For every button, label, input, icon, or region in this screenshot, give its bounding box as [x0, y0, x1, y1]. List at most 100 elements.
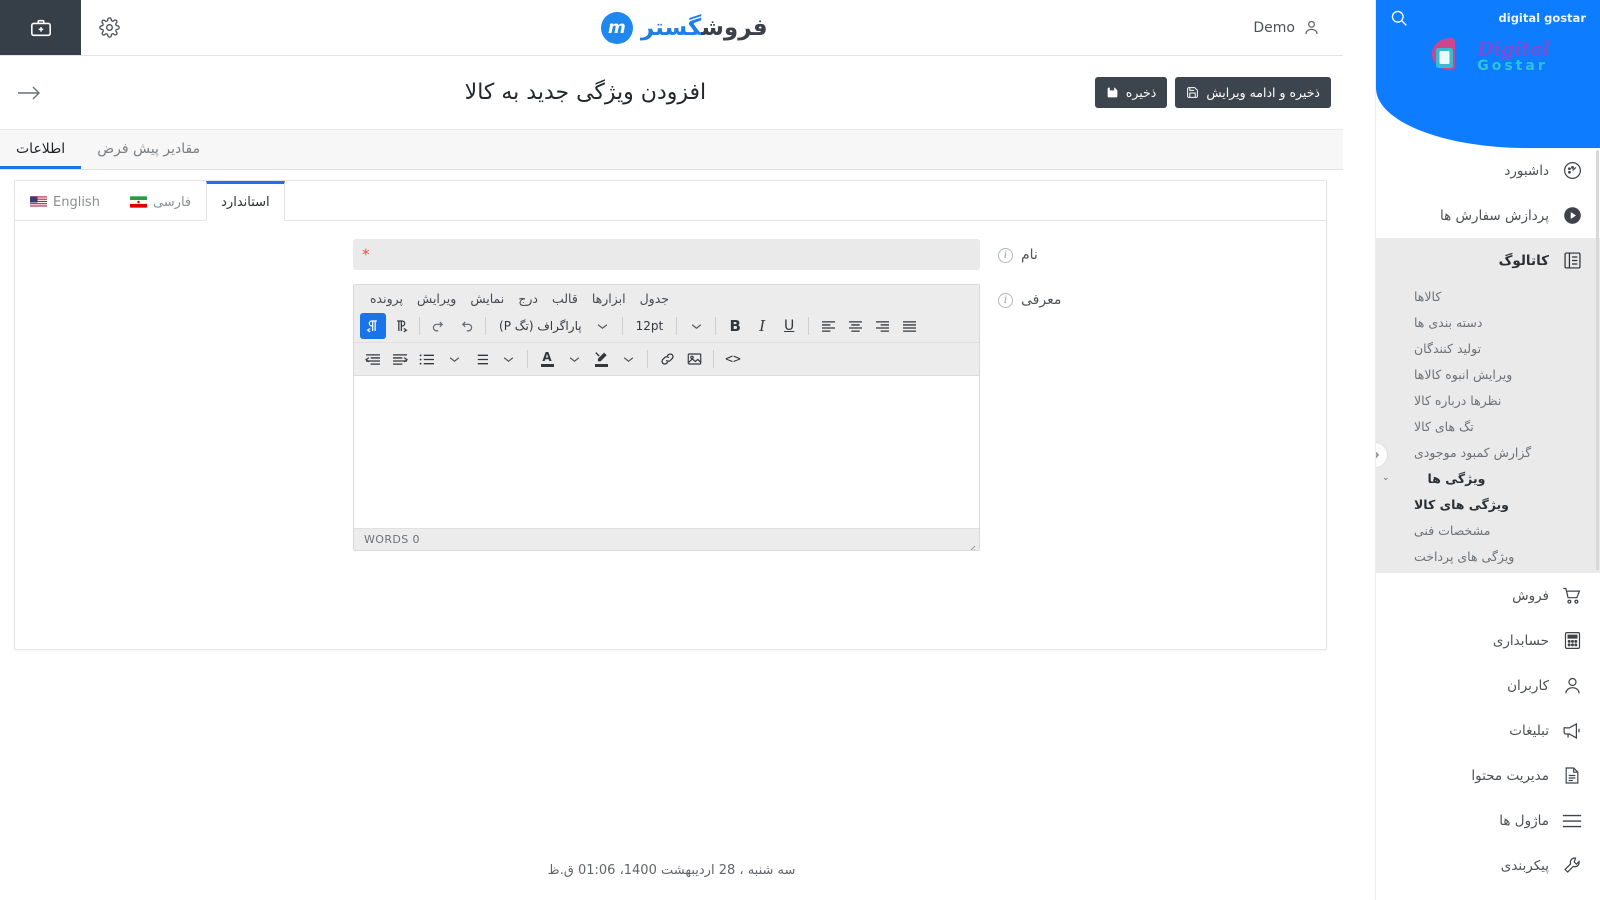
editor-status-bar: WORDS 0: [354, 528, 979, 550]
sidebar-subitem-categories[interactable]: دسته بندی ها: [1376, 309, 1600, 335]
sidebar-subitem-attributes-group[interactable]: ویژگی ها ⌄: [1376, 465, 1600, 491]
numbered-list-caret-icon[interactable]: [495, 346, 521, 372]
sidebar-item-order-processing[interactable]: پردازش سفارش ها: [1376, 193, 1600, 238]
underline-button[interactable]: U: [776, 313, 802, 339]
field-label-name: i نام: [980, 239, 1310, 263]
bullet-list-icon[interactable]: [414, 346, 440, 372]
medical-kit-icon-button[interactable]: [0, 0, 81, 55]
source-code-icon[interactable]: <>: [720, 346, 746, 372]
sidebar-subitem-specification-attributes[interactable]: مشخصات فنی: [1376, 517, 1600, 543]
sidebar-item-sales[interactable]: فروش: [1376, 573, 1600, 618]
sidebar-subitem-bulk-edit[interactable]: ویرایش انبوه کالاها: [1376, 361, 1600, 387]
editor-menu-insert[interactable]: درج: [512, 289, 544, 308]
name-input[interactable]: [353, 239, 980, 270]
highlight-color-caret-icon[interactable]: [615, 346, 641, 372]
page-title-bar: ذخیره و ادامه ویرایش ذخیره افزودن ویژگی …: [0, 56, 1343, 130]
save-and-continue-label: ذخیره و ادامه ویرایش: [1206, 85, 1320, 100]
user-menu[interactable]: Demo: [1231, 0, 1343, 55]
redo-button[interactable]: [426, 313, 452, 339]
save-disk-icon: [1187, 87, 1199, 98]
save-and-continue-button[interactable]: ذخیره و ادامه ویرایش: [1175, 77, 1331, 108]
sidebar-item-accounting[interactable]: حسابداری: [1376, 618, 1600, 663]
editor-menu-tools[interactable]: ابزارها: [586, 289, 632, 308]
text-color-caret-icon[interactable]: [561, 346, 587, 372]
field-label-intro-text: معرفی: [1021, 292, 1062, 308]
field-row-intro: i معرفی پرونده ویرایش نمایش درج قالب ابز…: [15, 284, 1326, 565]
sidebar-subitem-manufacturers[interactable]: تولید کنندگان: [1376, 335, 1600, 361]
sidebar-item-customers[interactable]: کاربران: [1376, 663, 1600, 708]
sidebar-item-catalog[interactable]: کاتالوگ: [1376, 238, 1600, 283]
sidebar-subitem-product-reviews-label: نظرها درباره کالا: [1414, 392, 1502, 408]
lang-tab-standard-label: استاندارد: [221, 194, 270, 210]
editor-resize-handle[interactable]: [966, 538, 976, 550]
editor-menu-view[interactable]: نمایش: [464, 289, 510, 308]
editor-menubar: پرونده ویرایش نمایش درج قالب ابزارها جدو…: [354, 285, 979, 310]
user-icon: [1305, 20, 1318, 34]
sidebar-item-order-processing-label: پردازش سفارش ها: [1439, 207, 1549, 224]
sidebar-item-configuration[interactable]: پیکربندی: [1376, 843, 1600, 888]
sidebar-subitem-low-stock-report[interactable]: گزارش کمبود موجودی: [1376, 439, 1600, 465]
bullet-list-caret-icon[interactable]: [441, 346, 467, 372]
editor-menu-table[interactable]: جدول: [634, 289, 675, 308]
info-icon[interactable]: i: [998, 247, 1013, 263]
tab-information[interactable]: اطلاعات: [0, 141, 82, 169]
page-title: افزودن ویژگی جدید به کالا: [464, 80, 707, 105]
sidebar-item-promotions[interactable]: تبلیغات: [1376, 708, 1600, 753]
more-formats-caret-icon[interactable]: [683, 313, 709, 339]
align-left-icon[interactable]: [815, 313, 841, 339]
sidebar-subitem-product-reviews[interactable]: نظرها درباره کالا: [1376, 387, 1600, 413]
lang-tab-farsi[interactable]: فارسی: [115, 181, 206, 220]
sidebar-item-dashboard[interactable]: داشبورد: [1376, 148, 1600, 193]
align-center-icon[interactable]: [842, 313, 868, 339]
search-icon[interactable]: [1390, 9, 1408, 27]
image-icon[interactable]: [681, 346, 707, 372]
sidebar-subitem-product-attributes[interactable]: ویژگی های کالا: [1376, 491, 1600, 517]
indent-icon[interactable]: [387, 346, 413, 372]
sidebar-subitem-products[interactable]: کالاها: [1376, 283, 1600, 309]
user-name-label: Demo: [1253, 19, 1295, 36]
align-justify-icon[interactable]: [896, 313, 922, 339]
tab-default-values[interactable]: مقادیر پیش فرض: [81, 141, 216, 169]
toolbar-separator: [808, 317, 810, 335]
sidebar-item-dashboard-label: داشبورد: [1504, 162, 1549, 179]
sidebar-subitem-checkout-attributes[interactable]: ویژگی های پرداخت: [1376, 543, 1600, 569]
bold-button[interactable]: B: [722, 313, 748, 339]
form-area: i نام * i معرفی پرونده ویرایش نمایش درج …: [15, 221, 1326, 565]
lang-tab-english[interactable]: English: [15, 181, 115, 220]
italic-button[interactable]: I: [749, 313, 775, 339]
sidebar-subitem-checkout-attributes-label: ویژگی های پرداخت: [1414, 548, 1515, 564]
align-right-icon[interactable]: [869, 313, 895, 339]
info-icon[interactable]: i: [998, 292, 1013, 308]
editor-menu-format[interactable]: قالب: [546, 289, 584, 308]
editor-menu-edit[interactable]: ویرایش: [411, 289, 462, 308]
cart-icon: [1560, 585, 1584, 606]
svg-text:3: 3: [473, 361, 474, 366]
sidebar-item-modules[interactable]: ماژول ها: [1376, 798, 1600, 843]
numbered-list-icon[interactable]: 1 2 3: [468, 346, 494, 372]
app-logo[interactable]: فروشگستر m: [137, 0, 1231, 55]
toolbar-separator: [647, 350, 648, 368]
brand-mark-icon: [1432, 38, 1456, 70]
rtl-direction-button[interactable]: [360, 313, 386, 339]
calculator-icon: [1560, 630, 1584, 651]
link-icon[interactable]: [654, 346, 680, 372]
sidebar-item-content-management[interactable]: مدیریت محتوا: [1376, 753, 1600, 798]
highlight-color-icon[interactable]: [588, 346, 614, 372]
gear-icon-button[interactable]: [81, 0, 137, 55]
save-button[interactable]: ذخیره: [1094, 77, 1168, 108]
block-format-caret-icon[interactable]: [590, 313, 616, 339]
sidebar-nav: داشبورد پردازش سفارش ها کاتالوگ کالاها د…: [1376, 148, 1600, 888]
ltr-direction-button[interactable]: [387, 313, 413, 339]
editor-content-area[interactable]: [354, 376, 979, 528]
lang-tab-standard[interactable]: استاندارد: [206, 181, 285, 221]
font-size-select[interactable]: 12pt: [629, 313, 671, 339]
block-format-select[interactable]: پاراگراف (تگ P): [492, 313, 589, 339]
editor-menu-file[interactable]: پرونده: [364, 289, 409, 308]
back-arrow-icon[interactable]: [0, 56, 58, 130]
sidebar-item-catalog-label: کاتالوگ: [1498, 252, 1549, 269]
outdent-icon[interactable]: [360, 346, 386, 372]
text-color-icon[interactable]: A: [534, 346, 560, 372]
undo-button[interactable]: [453, 313, 479, 339]
sidebar-subitem-product-tags[interactable]: تگ های کالا: [1376, 413, 1600, 439]
sidebar-scrollbar[interactable]: [1596, 150, 1599, 570]
